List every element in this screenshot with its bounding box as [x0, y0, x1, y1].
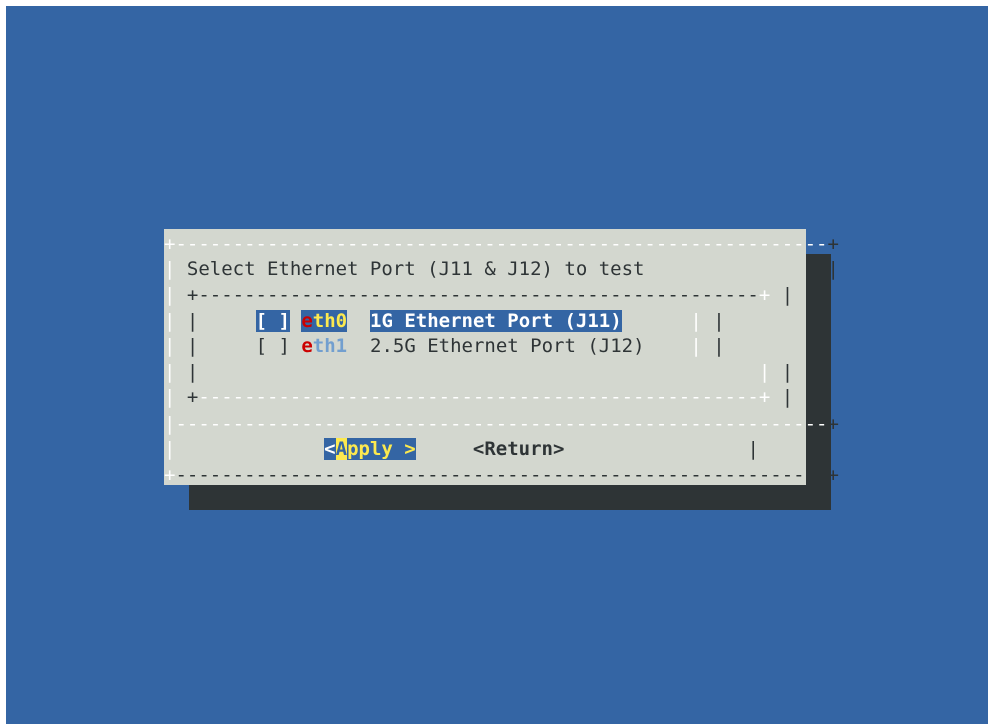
list-bottom-border: | +-------------------------------------…	[164, 386, 794, 408]
option-checkbox[interactable]: [ ]	[256, 335, 290, 357]
list-item[interactable]: | | [ ] eth0 1G Ethernet Port (J11) | |	[164, 308, 725, 334]
list-empty-row: | | | |	[164, 361, 794, 383]
apply-button[interactable]: <Apply >	[324, 438, 416, 460]
apply-hotkey: A	[335, 438, 348, 460]
apply-open-bracket: <	[324, 438, 336, 460]
option-tag: th0	[312, 310, 348, 332]
button-separator: |---------------------------------------…	[164, 413, 839, 435]
button-row: | <Apply > <Return> |	[164, 438, 759, 460]
option-tag-hotkey: e	[301, 335, 313, 357]
dialog-top-border: +---------------------------------------…	[164, 233, 839, 255]
dialog-title-row: | Select Ethernet Port (J11 & J12) to te…	[164, 258, 839, 280]
option-checkbox[interactable]: [ ]	[255, 310, 290, 332]
list-item[interactable]: | | [ ] eth1 2.5G Ethernet Port (J12) | …	[164, 333, 725, 359]
option-description: 1G Ethernet Port (J11)	[370, 310, 622, 332]
dialog-bottom-border: +---------------------------------------…	[164, 464, 839, 486]
checklist-dialog: +---------------------------------------…	[164, 229, 839, 486]
list-top-border: | +-------------------------------------…	[164, 284, 794, 306]
option-tag: th1	[312, 335, 348, 357]
option-tag-hotkey: e	[301, 310, 313, 332]
option-description: 2.5G Ethernet Port (J12)	[370, 335, 645, 357]
dialog-title: Select Ethernet Port (J11 & J12) to test	[186, 258, 645, 280]
return-button[interactable]: <Return>	[473, 438, 565, 460]
apply-label: pply >	[347, 438, 416, 460]
